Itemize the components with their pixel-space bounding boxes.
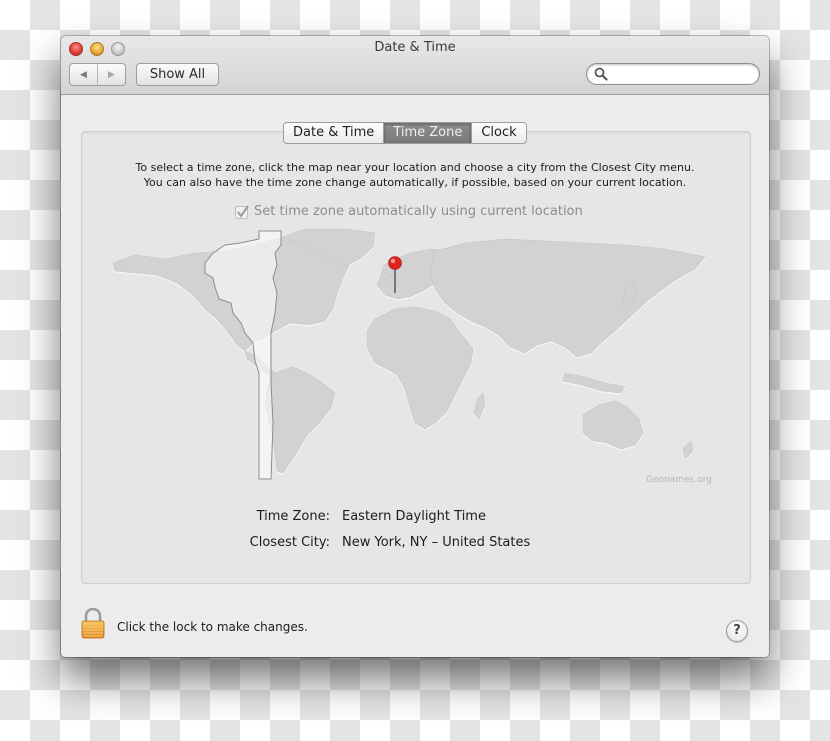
madagascar: [473, 392, 486, 420]
selected-timezone-highlight: [204, 230, 282, 480]
asia: [429, 238, 706, 358]
time-zone-label-row: Time Zone:: [61, 509, 330, 527]
auto-timezone-label: Set time zone automatically using curren…: [254, 204, 583, 219]
australia: [582, 400, 644, 450]
window-title: Date & Time: [374, 40, 456, 55]
search-icon: [594, 67, 608, 81]
search-input[interactable]: [611, 65, 755, 83]
closest-city-value[interactable]: New York, NY – United States: [342, 535, 530, 550]
checkmark-icon: [235, 204, 249, 219]
tab-date-time[interactable]: Date & Time: [284, 123, 383, 143]
back-forward-group: ◀ ▶: [69, 63, 126, 86]
new-zealand: [682, 440, 694, 460]
world-map[interactable]: [105, 223, 725, 493]
south-america: [264, 366, 336, 474]
forward-button[interactable]: ▶: [97, 64, 125, 85]
africa: [366, 306, 474, 430]
tab-clock[interactable]: Clock: [471, 123, 525, 143]
time-zone-value: Eastern Daylight Time: [342, 509, 486, 524]
date-time-window: Date & Time ◀ ▶ Show All Date & Time Tim…: [61, 36, 769, 657]
titlebar: Date & Time ◀ ▶ Show All: [61, 36, 769, 95]
instructions-text: To select a time zone, click the map nea…: [81, 160, 749, 190]
lock-message: Click the lock to make changes.: [117, 620, 308, 634]
closest-city-label-row: Closest City:: [61, 535, 330, 553]
instructions-line-2: You can also have the time zone change a…: [143, 176, 687, 189]
map-attribution: Geonames.org: [646, 475, 712, 485]
search-field[interactable]: [586, 63, 760, 85]
forward-arrow-icon: ▶: [108, 69, 115, 80]
time-zone-label: Time Zone:: [256, 509, 330, 524]
lock-icon[interactable]: [81, 608, 105, 639]
closest-city-label: Closest City:: [249, 535, 330, 550]
auto-timezone-checkbox[interactable]: Set time zone automatically using curren…: [235, 204, 583, 219]
show-all-button[interactable]: Show All: [136, 63, 219, 86]
indonesia: [562, 372, 626, 394]
instructions-line-1: To select a time zone, click the map nea…: [135, 161, 695, 174]
help-button[interactable]: ?: [726, 620, 748, 642]
tab-bar: Date & Time Time Zone Clock: [283, 122, 527, 144]
back-button[interactable]: ◀: [70, 64, 97, 85]
tab-time-zone[interactable]: Time Zone: [383, 123, 472, 143]
back-arrow-icon: ◀: [80, 69, 87, 80]
